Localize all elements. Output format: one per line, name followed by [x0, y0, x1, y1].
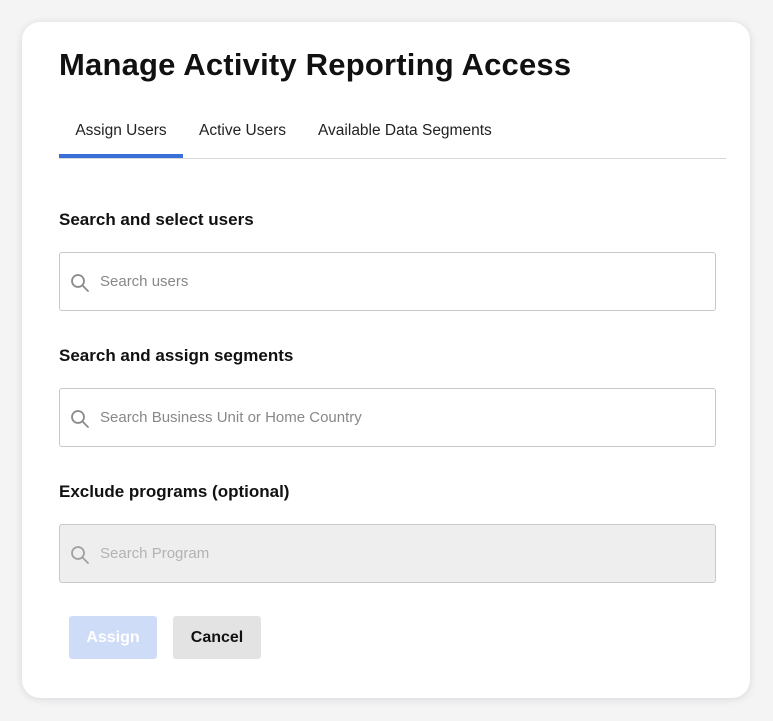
search-icon [71, 410, 89, 428]
search-segments-field[interactable] [59, 388, 716, 447]
search-programs-field [59, 524, 716, 583]
segments-section-label: Search and assign segments [59, 346, 294, 365]
search-programs-input [100, 525, 700, 582]
search-users-field[interactable] [59, 252, 716, 311]
search-segments-input[interactable] [100, 389, 700, 446]
search-icon [71, 274, 89, 292]
tab-available-data-segments[interactable]: Available Data Segments [318, 118, 492, 158]
programs-section-label: Exclude programs (optional) [59, 482, 290, 501]
manage-access-dialog: Manage Activity Reporting Access Assign … [22, 22, 750, 698]
tab-bar: Assign Users Active Users Available Data… [59, 118, 726, 159]
users-section-label: Search and select users [59, 210, 254, 229]
tab-active-users[interactable]: Active Users [199, 118, 286, 158]
search-users-input[interactable] [100, 253, 700, 310]
assign-button[interactable]: Assign [69, 616, 157, 659]
cancel-button[interactable]: Cancel [173, 616, 261, 659]
dialog-title: Manage Activity Reporting Access [59, 47, 572, 82]
tab-assign-users[interactable]: Assign Users [59, 118, 183, 158]
search-icon [71, 546, 89, 564]
